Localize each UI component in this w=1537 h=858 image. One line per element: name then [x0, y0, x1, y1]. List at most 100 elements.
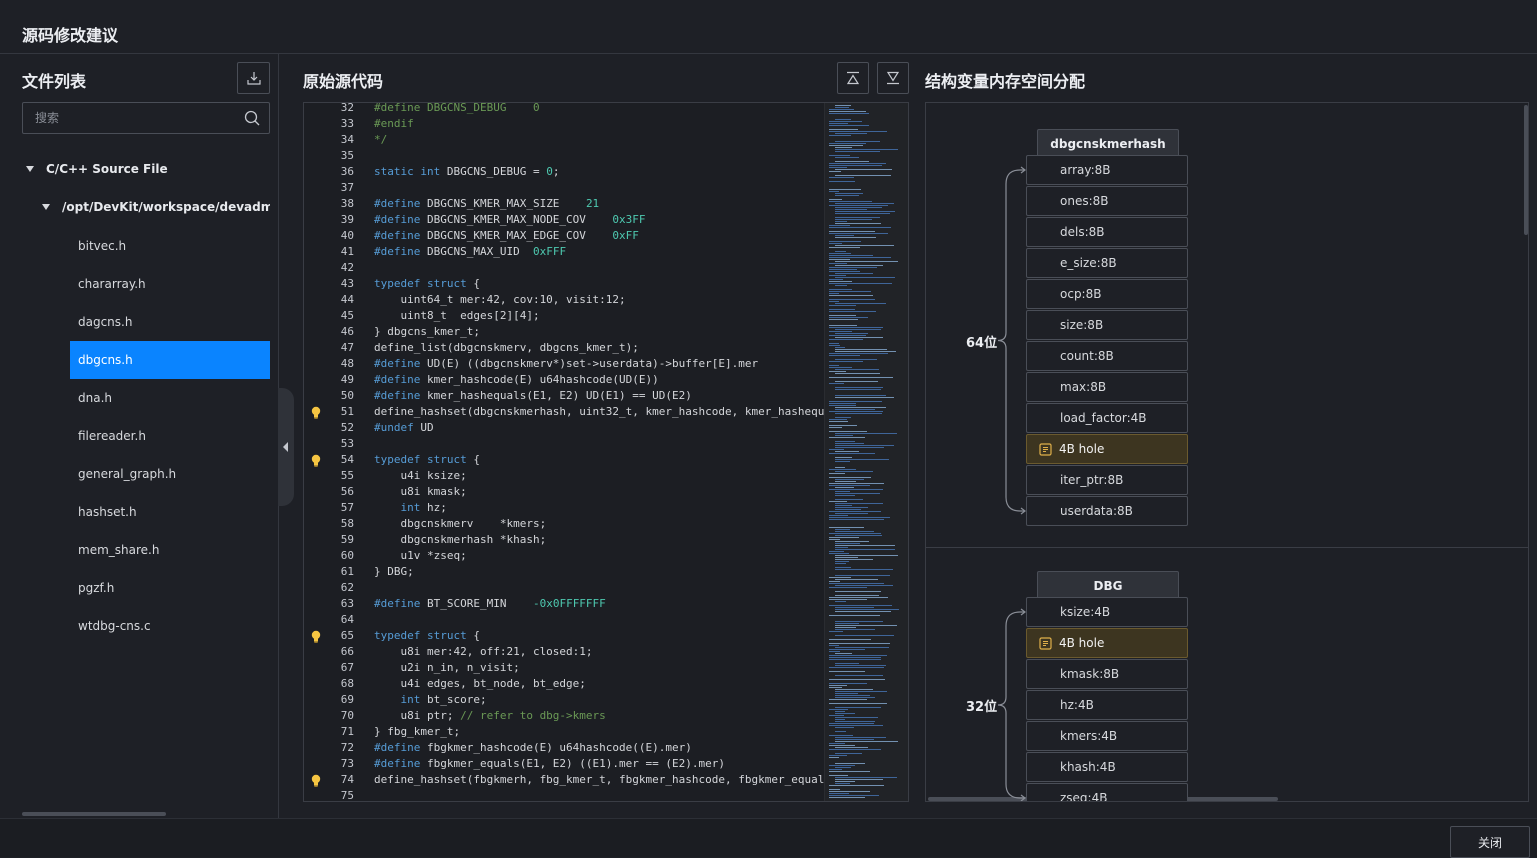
file-item[interactable]: general_graph.h: [70, 455, 270, 493]
next-suggestion-button[interactable]: [877, 62, 909, 94]
minimap-line: [829, 605, 892, 606]
minimap-line: [835, 635, 894, 636]
collapse-panel-button[interactable]: [278, 388, 294, 506]
file-item[interactable]: chararray.h: [70, 265, 270, 303]
line-number: 52: [340, 421, 354, 434]
struct-field[interactable]: hz:4B: [1026, 690, 1188, 720]
minimap-line: [829, 551, 844, 552]
file-item[interactable]: dna.h: [70, 379, 270, 417]
minimap-line: [835, 503, 883, 504]
minimap-line: [829, 715, 844, 716]
minimap-line: [829, 775, 848, 776]
minimap-line: [835, 707, 881, 708]
minimap-line: [835, 487, 854, 488]
code-minimap[interactable]: [824, 103, 908, 801]
minimap-line: [829, 631, 843, 632]
minimap-line: [829, 723, 874, 724]
tree-folder-label: /opt/DevKit/workspace/devadmin/at: [62, 200, 270, 214]
file-item[interactable]: hashset.h: [70, 493, 270, 531]
struct-field[interactable]: dels:8B: [1026, 217, 1188, 247]
file-list-scrollbar[interactable]: [22, 812, 166, 816]
struct-field[interactable]: kmers:4B: [1026, 721, 1188, 751]
minimap-line: [835, 407, 886, 408]
minimap-line: [835, 529, 850, 530]
field-label: size:8B: [1060, 318, 1104, 332]
tree-folder[interactable]: /opt/DevKit/workspace/devadmin/at: [42, 192, 270, 222]
file-item[interactable]: bitvec.h: [70, 227, 270, 265]
struct-vertical-scrollbar[interactable]: [1524, 105, 1528, 235]
minimap-line: [829, 583, 884, 584]
memory-hole[interactable]: 4B hole: [1026, 628, 1188, 658]
struct-field[interactable]: ocp:8B: [1026, 279, 1188, 309]
code-text: #define kmer_hashcode(E) u64hashcode(UD(…: [374, 373, 659, 386]
minimap-line: [835, 413, 882, 414]
code-line: 39 #define DBGCNS_KMER_MAX_NODE_COV 0x3FF: [304, 212, 824, 228]
minimap-line: [829, 167, 847, 168]
close-button[interactable]: 关闭: [1450, 826, 1530, 858]
code-text: #define DBGCNS_MAX_UID 0xFFF: [374, 245, 567, 258]
code-line: 69 int bt_score;: [304, 692, 824, 708]
minimap-line: [829, 425, 857, 426]
download-button[interactable]: [237, 62, 270, 94]
code-editor[interactable]: 32 #define DBGCNS_DEBUG 0 33 #endif 34 */ 35 36…: [303, 102, 909, 802]
minimap-line: [835, 493, 880, 494]
line-number: 56: [340, 485, 354, 498]
struct-separator: [926, 547, 1528, 548]
struct-field[interactable]: size:8B: [1026, 310, 1188, 340]
minimap-line: [829, 703, 887, 704]
code-line: 51 define_hashset(dbgcnskmerhash, uint32_…: [304, 404, 831, 420]
minimap-line: [835, 713, 855, 714]
struct-field[interactable]: userdata:8B: [1026, 496, 1188, 526]
minimap-line: [829, 577, 851, 578]
minimap-line: [835, 711, 845, 712]
struct-field[interactable]: array:8B: [1026, 155, 1188, 185]
minimap-line: [835, 647, 889, 648]
struct-field[interactable]: khash:4B: [1026, 752, 1188, 782]
minimap-line: [835, 627, 856, 628]
file-item[interactable]: dagcns.h: [70, 303, 270, 341]
search-input[interactable]: [23, 103, 238, 133]
minimap-line: [829, 339, 863, 340]
minimap-line: [829, 171, 841, 172]
struct-field[interactable]: e_size:8B: [1026, 248, 1188, 278]
minimap-line: [829, 685, 847, 686]
tree-group-source[interactable]: C/C++ Source File: [26, 154, 168, 184]
minimap-line: [835, 549, 895, 550]
minimap-line: [835, 607, 874, 608]
search-icon[interactable]: [244, 110, 260, 126]
struct-field[interactable]: max:8B: [1026, 372, 1188, 402]
file-item[interactable]: wtdbg-cns.c: [70, 607, 270, 645]
minimap-line: [835, 625, 897, 626]
field-label: 4B hole: [1059, 636, 1105, 650]
struct-field[interactable]: ksize:4B: [1026, 597, 1188, 627]
minimap-line: [829, 785, 884, 786]
minimap-line: [835, 611, 891, 612]
prev-suggestion-button[interactable]: [837, 62, 869, 94]
struct-field[interactable]: iter_ptr:8B: [1026, 465, 1188, 495]
minimap-line: [835, 219, 872, 220]
file-item[interactable]: mem_share.h: [70, 531, 270, 569]
code-text: #define DBGCNS_DEBUG 0: [374, 102, 540, 114]
struct-field[interactable]: count:8B: [1026, 341, 1188, 371]
file-item[interactable]: filereader.h: [70, 417, 270, 455]
minimap-line: [835, 435, 853, 436]
struct-field[interactable]: ones:8B: [1026, 186, 1188, 216]
struct-field[interactable]: kmask:8B: [1026, 659, 1188, 689]
code-line: 74 define_hashset(fbgkmerh, fbg_kmer_t, f…: [304, 772, 824, 788]
file-item[interactable]: pgzf.h: [70, 569, 270, 607]
minimap-line: [835, 481, 856, 482]
file-item[interactable]: dbgcns.h: [70, 341, 270, 379]
minimap-line: [835, 665, 886, 666]
dialog-header: 源码修改建议: [0, 0, 1537, 54]
struct-field[interactable]: load_factor:4B: [1026, 403, 1188, 433]
minimap-line: [829, 437, 865, 438]
dialog-title: 源码修改建议: [22, 26, 119, 45]
minimap-line: [835, 149, 898, 150]
struct-field[interactable]: zseq:4B: [1026, 783, 1188, 801]
memory-hole[interactable]: 4B hole: [1026, 434, 1188, 464]
code-line: 60 u1v *zseq;: [304, 548, 824, 564]
arrow-up-bar-icon: [846, 71, 860, 85]
minimap-line: [835, 731, 846, 732]
code-panel-title: 原始源代码: [303, 72, 384, 91]
struct-layout-view[interactable]: dbgcnskmerhash array:8B ones:8B dels:8B e_si…: [925, 102, 1529, 802]
